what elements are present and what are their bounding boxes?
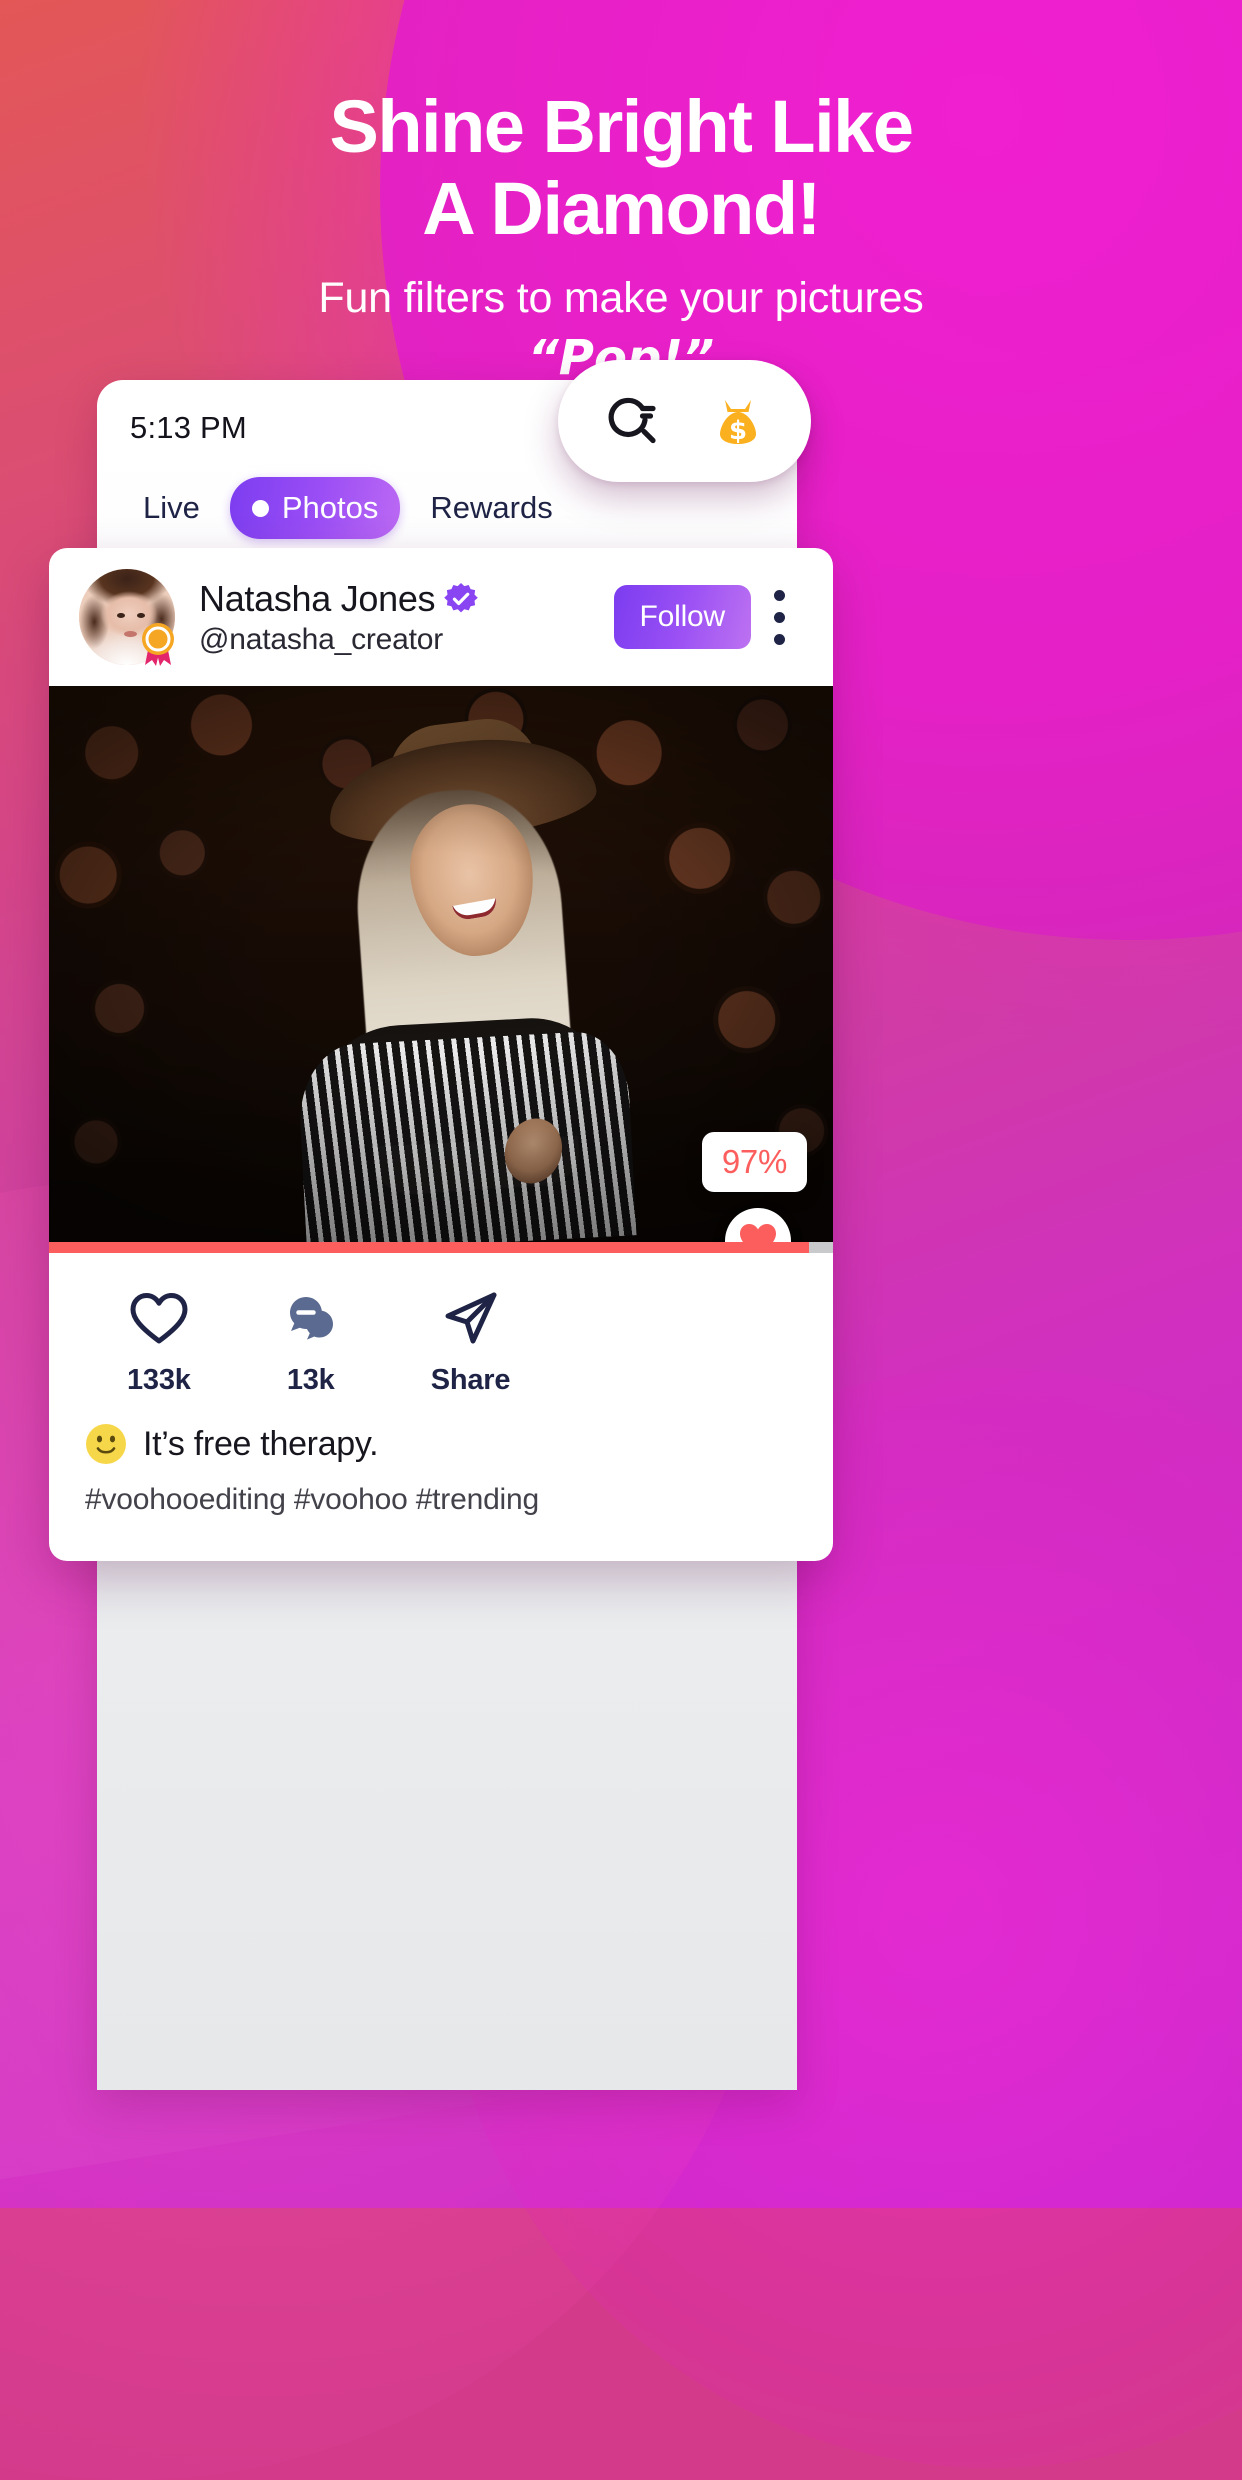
tab-live[interactable]: Live [121, 477, 222, 539]
post-card: Natasha Jones @natasha_creator Follow 97… [49, 548, 833, 1561]
score-badge: 97% [701, 1132, 807, 1192]
tab-rewards-label: Rewards [430, 490, 553, 525]
comment-count: 13k [286, 1364, 335, 1396]
like-count: 133k [127, 1364, 191, 1396]
post-caption-block: It’s free therapy. #voohooediting #vooho… [49, 1413, 833, 1561]
post-action-row: 133k 13k Share [49, 1253, 833, 1413]
svg-text:$: $ [728, 416, 746, 446]
like-action[interactable]: 133k [127, 1291, 191, 1397]
comment-icon [281, 1291, 341, 1352]
more-dot [773, 589, 785, 601]
more-dot [773, 633, 785, 645]
headline-line-1: Shine Bright Like [329, 85, 914, 168]
hero-subtitle: Fun filters to make your pictures [318, 274, 924, 323]
avatar-eye-right [137, 613, 145, 618]
tab-photos-label: Photos [281, 490, 379, 525]
tab-photos[interactable]: Photos [229, 477, 401, 539]
tab-live-label: Live [143, 490, 200, 525]
post-caption-line: It’s free therapy. [85, 1423, 797, 1465]
creator-handle: @natasha_creator [199, 622, 444, 656]
display-name-row: Natasha Jones [199, 578, 614, 620]
tab-rewards[interactable]: Rewards [408, 477, 574, 539]
score-value: 97% [721, 1143, 787, 1180]
share-label: Share [430, 1364, 511, 1396]
money-bag-icon[interactable]: $ [707, 388, 769, 455]
avatar-eye-left [117, 613, 125, 618]
avatar-wrapper [79, 569, 175, 666]
share-action[interactable]: Share [431, 1291, 511, 1397]
share-icon [441, 1291, 501, 1352]
score-progress-fill [49, 1242, 810, 1253]
slightly-smiling-face-emoji [86, 1424, 126, 1464]
follow-button[interactable]: Follow [613, 585, 751, 649]
more-dot [773, 611, 785, 623]
headline-line-2: A Diamond! [422, 166, 821, 250]
post-header: Natasha Jones @natasha_creator Follow [49, 548, 833, 686]
tab-bar: Live Photos Rewards [121, 477, 575, 539]
more-vertical-icon[interactable] [751, 574, 807, 660]
creator-display-name: Natasha Jones [199, 577, 436, 619]
post-identity: Natasha Jones @natasha_creator [199, 578, 614, 657]
medal-icon [142, 623, 174, 666]
post-caption-text: It’s free therapy. [143, 1424, 379, 1463]
floating-action-pill: $ [558, 360, 811, 482]
hero-text-block: Shine Bright Like A Diamond! Fun filters… [0, 88, 1242, 386]
post-hashtags[interactable]: #voohooediting #voohoo #trending [85, 1483, 797, 1517]
search-icon[interactable] [601, 388, 663, 455]
score-progress-bar [49, 1242, 833, 1253]
heart-outline-icon [129, 1291, 189, 1352]
status-bar-time: 5:13 PM [130, 410, 247, 445]
verified-badge-icon [444, 582, 479, 612]
comment-action[interactable]: 13k [281, 1291, 341, 1397]
post-image[interactable]: 97% [49, 686, 833, 1242]
avatar-lips [124, 631, 137, 637]
tab-active-dot-icon [251, 499, 269, 517]
